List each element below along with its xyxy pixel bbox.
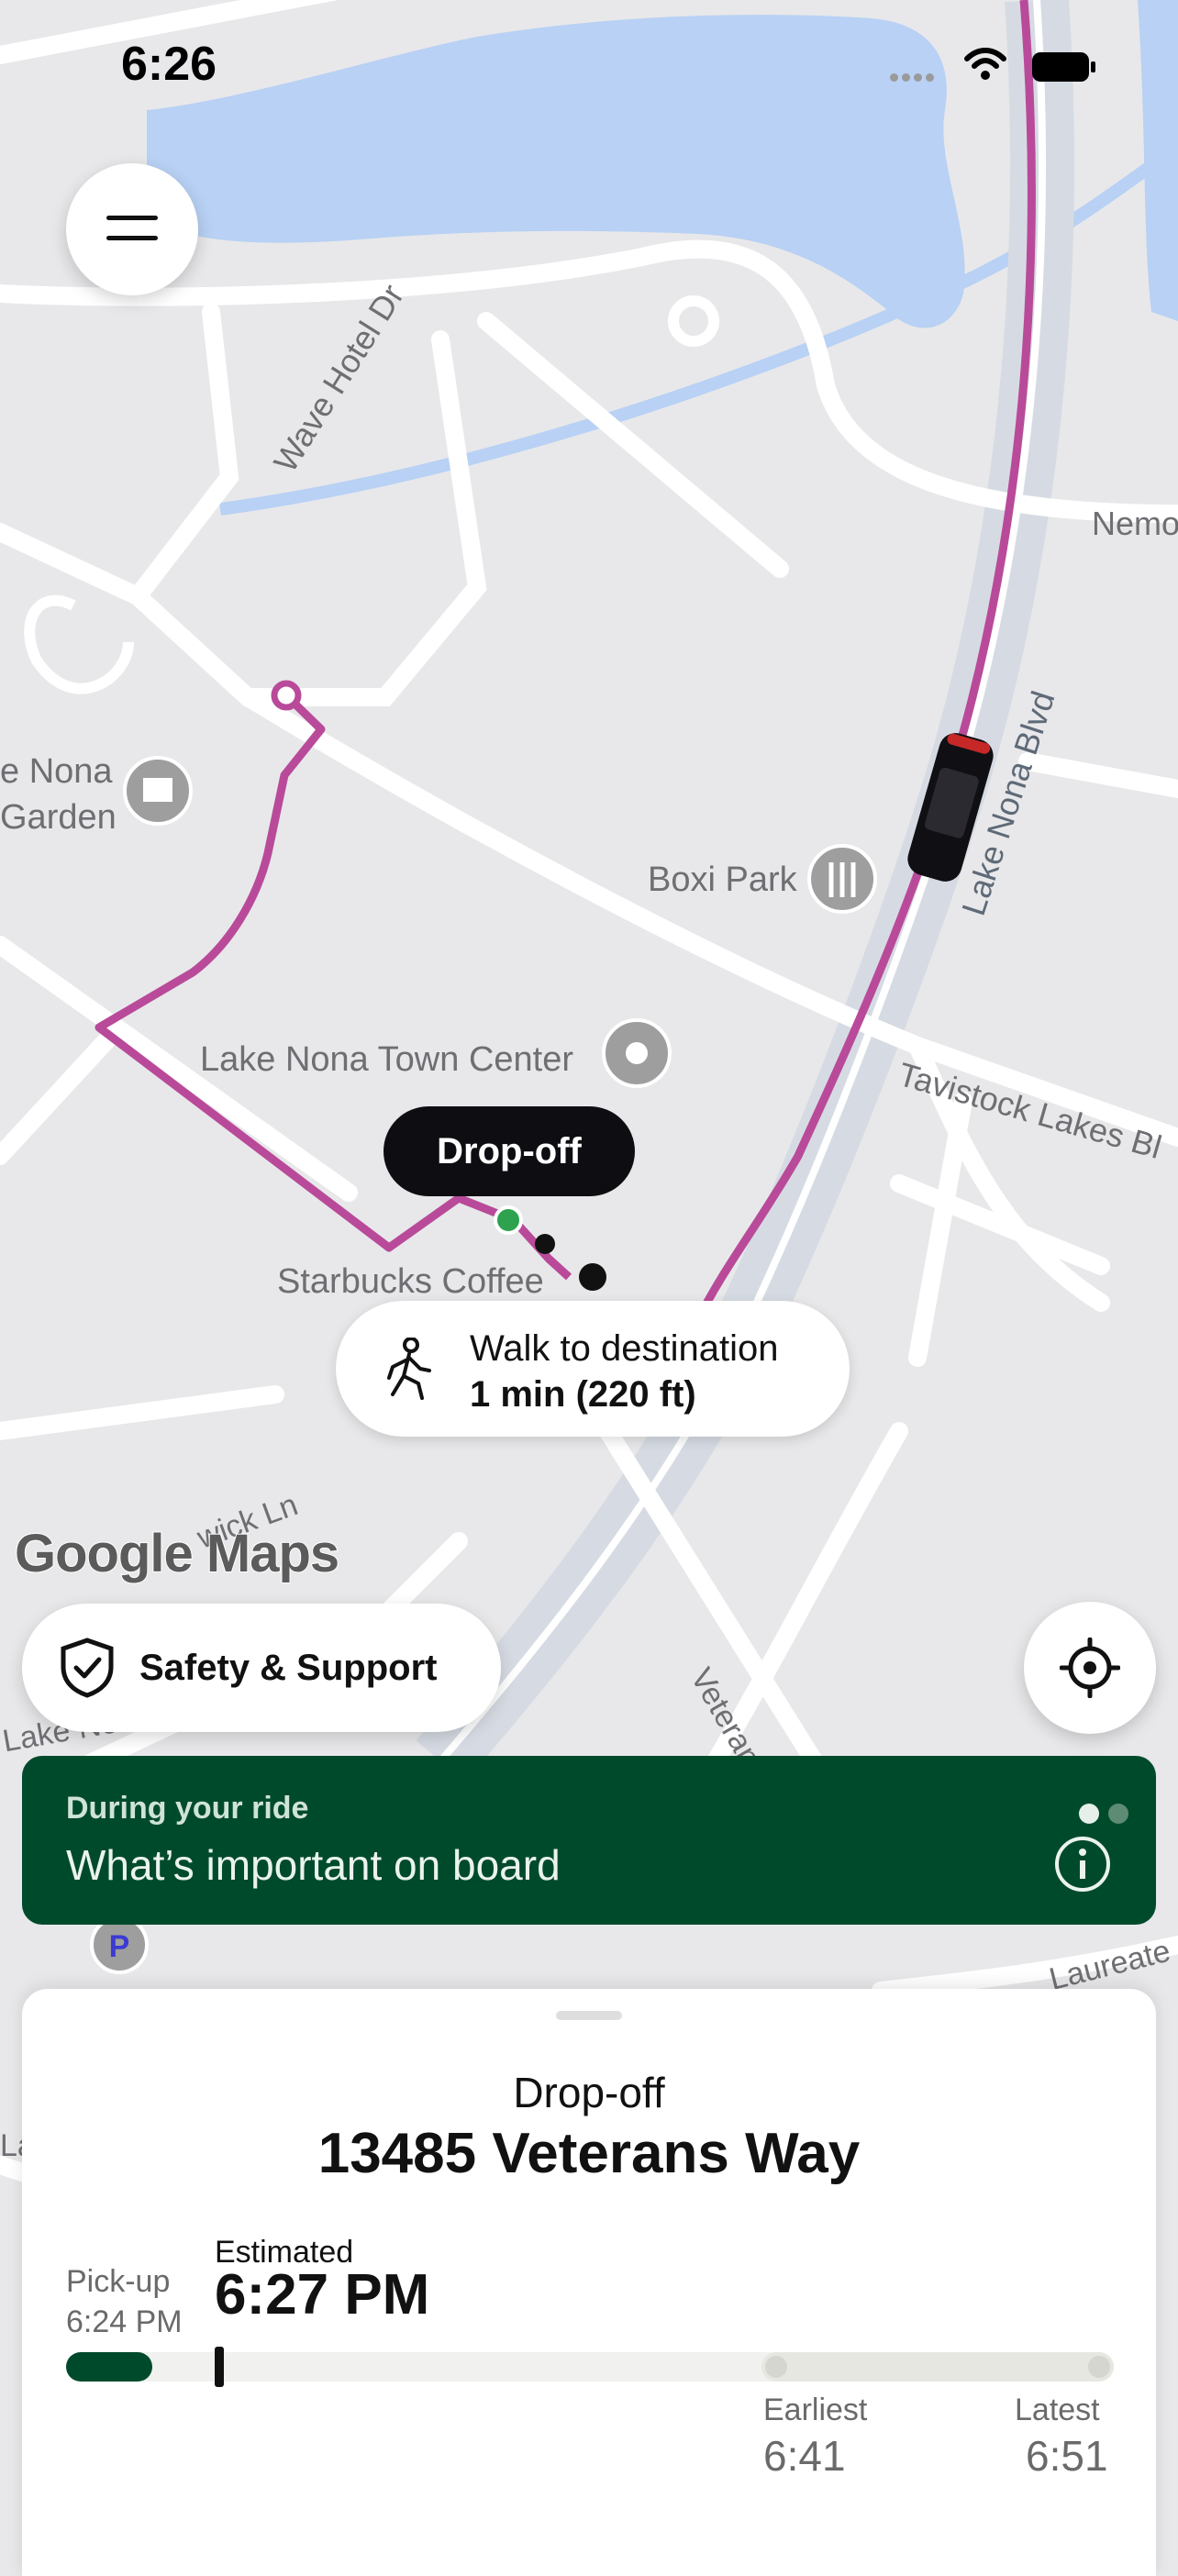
wifi-icon [964,48,1006,80]
cellular-signal-icon [890,70,938,86]
museum-pin-icon [123,756,193,826]
ride-info-banner[interactable]: During your ride What’s important on boa… [22,1756,1156,1925]
map-label-boxi-park: Boxi Park [648,861,797,899]
trip-details-sheet[interactable]: Drop-off 13485 Veterans Way [22,1989,1156,2576]
walk-to-destination-card: Walk to destination 1 min (220 ft) [336,1301,850,1437]
map-label-nemours: Nemo [1092,505,1178,542]
walk-label: Walk to destination [470,1328,779,1369]
safety-support-label: Safety & Support [139,1647,438,1688]
estimated-marker [215,2347,224,2387]
menu-button[interactable] [66,163,198,295]
battery-icon [1032,52,1095,82]
shield-check-icon [61,1638,114,1698]
pickup-time: 6:24 PM [66,2304,183,2339]
latest-cap [1088,2356,1110,2378]
status-time: 6:26 [121,38,217,91]
menu-icon [106,216,158,240]
recenter-location-button[interactable] [1024,1602,1156,1734]
elapsed-fill [66,2352,152,2382]
google-maps-logo: Google Maps [14,1523,340,1584]
arrival-window-range [761,2352,1114,2382]
pedestrian-icon [387,1338,431,1400]
map-label-lake-nona-town-center: Lake Nona Town Center [200,1040,573,1079]
map-label-lake-nona-garden: e Nona Garden [0,752,117,837]
earliest-cap [765,2356,787,2378]
info-icon[interactable] [1053,1835,1112,1893]
pickup-label: Pick-up [66,2264,171,2299]
crosshair-icon [1060,1638,1120,1698]
sheet-drag-handle[interactable] [556,2011,622,2020]
map-label-starbucks: Starbucks Coffee [277,1262,544,1301]
place-pin-icon [602,1018,672,1088]
walk-duration: 1 min (220 ft) [470,1374,696,1415]
dropoff-map-tag: Drop-off [383,1106,635,1196]
dropoff-address: 13485 Veterans Way [317,2122,861,2185]
status-bar: 6:26 [0,0,1178,138]
trip-progress-bar [66,2347,1114,2387]
safety-support-button[interactable]: Safety & Support [22,1604,501,1732]
parking-pin-icon: P [90,1915,149,1974]
carousel-dots [1079,1804,1138,1828]
banner-kicker: During your ride [66,1791,309,1826]
banner-title: What’s important on board [66,1841,561,1889]
trip-heading: Drop-off [513,2069,665,2116]
estimated-time: 6:27 PM [215,2263,430,2326]
latest-label: Latest [1015,2393,1100,2427]
svg-text:P: P [109,1929,130,1964]
latest-time: 6:51 [1026,2432,1108,2480]
restaurant-pin-icon [807,844,877,914]
earliest-time: 6:41 [763,2432,846,2480]
earliest-label: Earliest [763,2393,868,2427]
